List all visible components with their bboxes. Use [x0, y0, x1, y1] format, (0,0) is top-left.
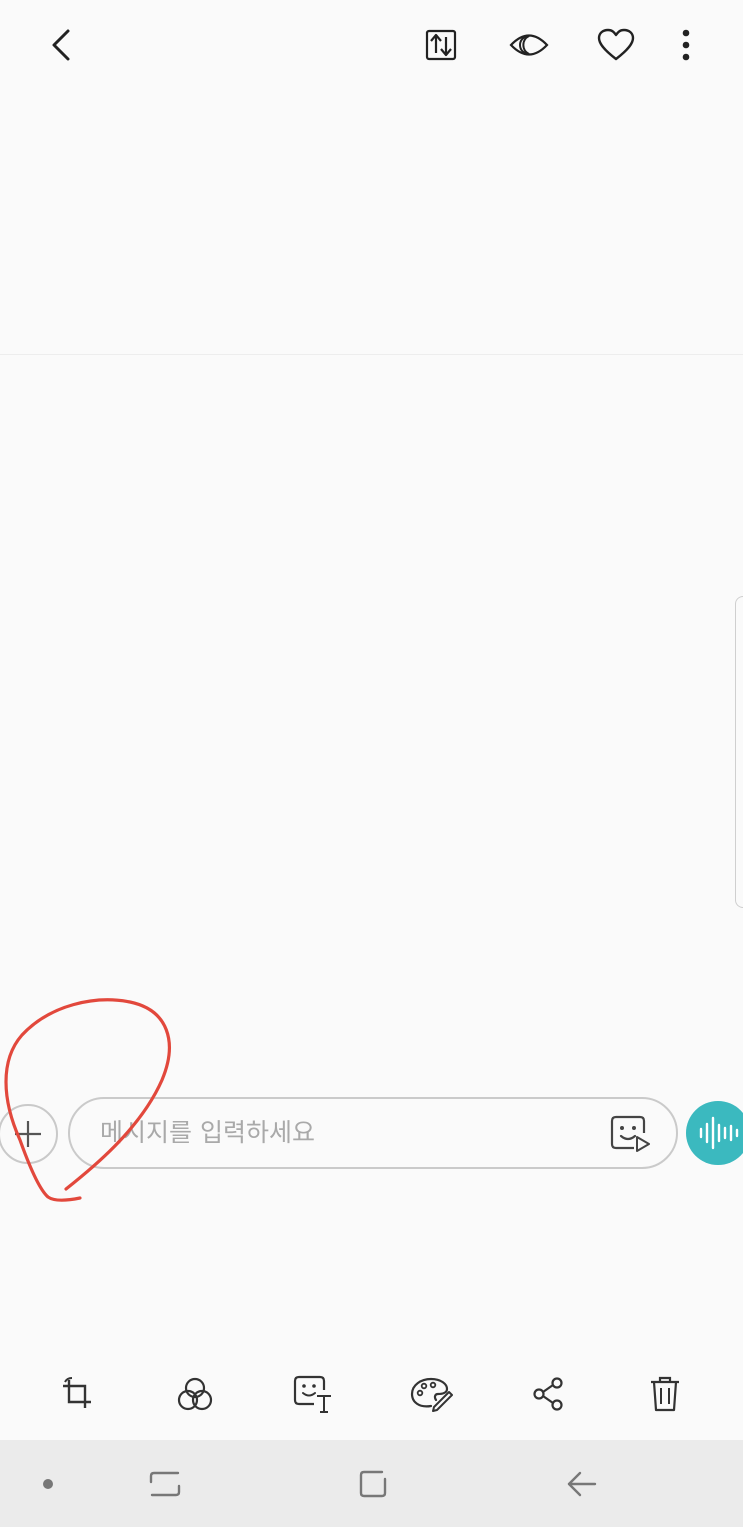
image-divider	[0, 354, 743, 355]
recent-apps-button[interactable]	[140, 1462, 190, 1506]
add-attachment-button[interactable]	[0, 1104, 58, 1164]
voice-wave-icon	[699, 1116, 739, 1150]
eye-icon	[509, 34, 549, 56]
filter-button[interactable]	[170, 1369, 220, 1419]
delete-icon	[651, 1376, 679, 1412]
more-options-icon	[682, 29, 690, 61]
share-button[interactable]	[523, 1369, 573, 1419]
plus-icon	[15, 1121, 41, 1147]
more-options-button[interactable]	[670, 20, 702, 70]
message-input[interactable]: 메시지를 입력하세요	[68, 1097, 678, 1169]
sticker-icon	[610, 1115, 650, 1152]
scroll-handle[interactable]	[735, 596, 743, 908]
back-button[interactable]	[36, 20, 86, 70]
sticker-text-button[interactable]	[287, 1369, 339, 1419]
share-transfer-icon	[425, 29, 457, 61]
draw-palette-icon	[410, 1377, 453, 1412]
share-icon	[533, 1377, 563, 1411]
heart-icon	[597, 28, 635, 61]
nav-back-button[interactable]	[556, 1462, 606, 1506]
sticker-button[interactable]	[608, 1113, 652, 1153]
dot-icon	[43, 1479, 53, 1489]
voice-input-button[interactable]	[686, 1101, 743, 1165]
share-transfer-button[interactable]	[415, 20, 467, 70]
home-icon	[359, 1470, 387, 1498]
top-toolbar	[0, 0, 743, 90]
rotate-crop-icon	[63, 1377, 91, 1408]
filter-icon	[177, 1377, 213, 1411]
home-button[interactable]	[348, 1462, 398, 1506]
favorite-button[interactable]	[591, 20, 641, 70]
view-button[interactable]	[504, 20, 554, 70]
sticker-text-icon	[293, 1375, 331, 1413]
delete-button[interactable]	[640, 1369, 690, 1419]
edit-toolbar	[0, 1355, 743, 1435]
back-icon	[52, 29, 70, 61]
system-navigation-bar	[0, 1440, 743, 1527]
nav-back-icon	[567, 1471, 597, 1497]
message-placeholder: 메시지를 입력하세요	[100, 1118, 315, 1147]
draw-button[interactable]	[405, 1369, 457, 1419]
rotate-crop-button[interactable]	[52, 1369, 102, 1419]
nav-dot-button[interactable]	[30, 1464, 66, 1504]
recent-apps-icon	[149, 1471, 181, 1497]
